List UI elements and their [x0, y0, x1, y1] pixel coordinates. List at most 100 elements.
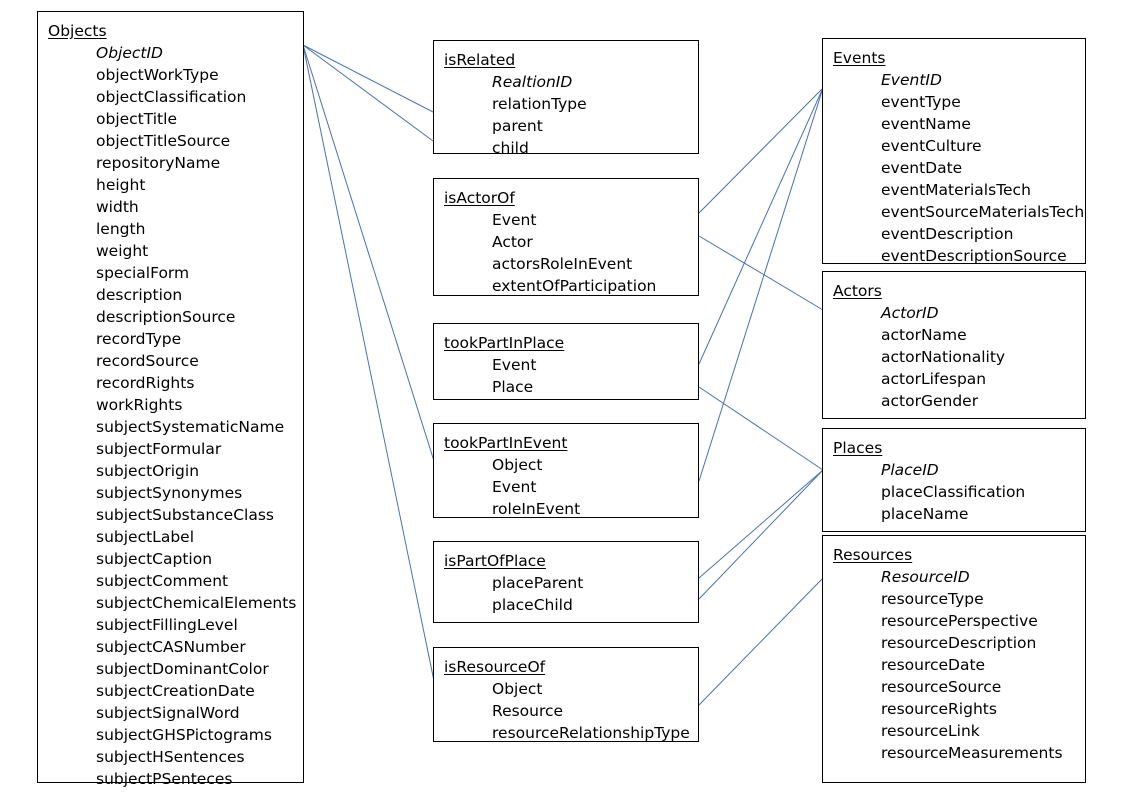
relationship-line-objects-isrelated-parent	[302, 44, 434, 113]
attribute-list-tookpartinevent: Object Event roleInEvent	[444, 454, 688, 520]
attribute-list-resources: ResourceID resourceType resourcePerspectiv…	[833, 566, 1075, 764]
attribute-item: resourceRights	[881, 700, 997, 718]
attribute-item: repositoryName	[96, 154, 221, 172]
entity-title-tookpartinplace: tookPartInPlace	[444, 334, 565, 352]
entity-title-places: Places	[833, 439, 883, 457]
entity-box-actors[interactable]: Actors ActorID actorName actorNationality ac…	[822, 271, 1086, 419]
attribute-item: recordRights	[96, 374, 195, 392]
attribute-list-objects: ObjectID objectWorkType objectClassificati…	[48, 42, 297, 790]
attribute-item: objectTitleSource	[96, 132, 231, 150]
entity-title-isactorof: isActorOf	[444, 189, 515, 207]
entity-title-objects: Objects	[48, 22, 107, 40]
attribute-item: description	[96, 286, 183, 304]
entity-box-places[interactable]: Places PlaceID placeClassification placeNam…	[822, 428, 1086, 532]
attribute-item: resourceMeasurements	[881, 744, 1063, 762]
attribute-item: subjectFillingLevel	[96, 616, 238, 634]
attribute-item: resourceDate	[881, 656, 986, 674]
entity-title-ispartofplace: isPartOfPlace	[444, 552, 546, 570]
relationship-line-objects-isrelated-child	[302, 44, 434, 142]
attribute-item: subjectCASNumber	[96, 638, 246, 656]
attribute-item: recordSource	[96, 352, 199, 370]
attribute-item: specialForm	[96, 264, 190, 282]
relationship-line-tookpartinevent-events	[698, 87, 824, 482]
attribute-item: objectTitle	[96, 110, 177, 128]
entity-title-isrelated: isRelated	[444, 51, 516, 69]
attribute-item: subjectPSenteces	[96, 770, 233, 788]
entity-box-resources[interactable]: Resources ResourceID resourceType resourceP…	[822, 535, 1086, 783]
attribute-item: eventType	[881, 93, 961, 111]
attribute-item: subjectComment	[96, 572, 229, 590]
entity-title-resources: Resources	[833, 546, 913, 564]
attribute-item: subjectChemicalElements	[96, 594, 297, 612]
attribute-item: actorLifespan	[881, 370, 987, 388]
attribute-item: subjectHSentences	[96, 748, 245, 766]
attribute-item: subjectOrigin	[96, 462, 200, 480]
attribute-item: actorName	[881, 326, 967, 344]
attribute-list-tookpartinplace: Event Place	[444, 354, 688, 398]
attribute-item: Place	[492, 378, 534, 396]
attribute-item: eventMaterialsTech	[881, 181, 1031, 199]
attribute-item: workRights	[96, 396, 183, 414]
attribute-item: placeChild	[492, 596, 573, 614]
attribute-item: roleInEvent	[492, 500, 581, 518]
relationship-line-isresourceof-resources	[698, 577, 824, 706]
entity-box-isrelated[interactable]: isRelated RealtionID relationType parent chi…	[433, 40, 699, 157]
attribute-item: actorNationality	[881, 348, 1006, 366]
entity-box-ispartofplace[interactable]: isPartOfPlace placeParent placeChild	[433, 541, 699, 623]
attribute-item: Object	[492, 456, 543, 474]
relationship-line-tookpartinplace-events	[698, 87, 824, 365]
attribute-item: placeClassification	[881, 483, 1026, 501]
attribute-item: subjectCaption	[96, 550, 213, 568]
er-diagram-canvas: Objects ObjectID objectWorkType objectClass…	[0, 0, 1123, 794]
attribute-item: subjectSubstanceClass	[96, 506, 274, 524]
entity-title-actors: Actors	[833, 282, 882, 300]
relationship-line-ispartofplace-places-parent	[698, 469, 824, 579]
entity-title-isresourceof: isResourceOf	[444, 658, 546, 676]
attribute-item: Event	[492, 478, 537, 496]
attribute-item: Event	[492, 356, 537, 374]
attribute-item: eventCulture	[881, 137, 982, 155]
attribute-item: subjectSignalWord	[96, 704, 240, 722]
attribute-item: width	[96, 198, 139, 216]
attribute-item: eventSourceMaterialsTech	[881, 203, 1085, 221]
attribute-item: resourceLink	[881, 722, 980, 740]
attribute-item: resourceDescription	[881, 634, 1037, 652]
attribute-item: eventDescription	[881, 225, 1014, 243]
relationship-line-tookpartinplace-places	[698, 386, 824, 471]
entity-box-events[interactable]: Events EventID eventType eventName eventCult…	[822, 38, 1086, 267]
attribute-list-isactorof: Event Actor actorsRoleInEvent extentOfParti…	[444, 209, 688, 297]
attribute-list-ispartofplace: placeParent placeChild	[444, 572, 688, 616]
relationship-line-objects-isresourceof	[302, 44, 435, 682]
attribute-item: actorGender	[881, 392, 979, 410]
entity-title-tookpartinevent: tookPartInEvent	[444, 434, 568, 452]
entity-box-objects[interactable]: Objects ObjectID objectWorkType objectClass…	[37, 11, 304, 788]
attribute-item: relationType	[492, 95, 587, 113]
primary-key-attribute: EventID	[881, 71, 942, 89]
attribute-item: subjectLabel	[96, 528, 194, 546]
entity-title-events: Events	[833, 49, 886, 67]
entity-box-isresourceof[interactable]: isResourceOf Object Resource resourceRelati…	[433, 647, 699, 742]
attribute-item: eventName	[881, 115, 971, 133]
relationship-line-isactorof-events	[698, 87, 824, 214]
attribute-item: Resource	[492, 702, 564, 720]
primary-key-attribute: RealtionID	[492, 73, 573, 91]
attribute-item: parent	[492, 117, 543, 135]
relationship-line-isactorof-actors	[698, 235, 824, 311]
entity-box-tookpartinevent[interactable]: tookPartInEvent Object Event roleInEvent	[433, 423, 699, 518]
attribute-item: placeName	[881, 505, 969, 523]
attribute-item: placeParent	[492, 574, 584, 592]
attribute-item: subjectSystematicName	[96, 418, 285, 436]
entity-box-tookpartinplace[interactable]: tookPartInPlace Event Place	[433, 323, 699, 400]
relationship-line-ispartofplace-places-child	[698, 469, 824, 600]
attribute-list-events: EventID eventType eventName eventCulture eve…	[833, 69, 1085, 267]
entity-box-isactorof[interactable]: isActorOf Event Actor actorsRoleInEvent exte…	[433, 178, 699, 296]
attribute-item: subjectSynonymes	[96, 484, 243, 502]
primary-key-attribute: ResourceID	[881, 568, 970, 586]
attribute-item: subjectDominantColor	[96, 660, 269, 678]
attribute-item: resourceType	[881, 590, 984, 608]
attribute-item: child	[492, 139, 529, 157]
attribute-item: resourcePerspective	[881, 612, 1038, 630]
attribute-item: objectWorkType	[96, 66, 219, 84]
attribute-item: resourceRelationshipType	[492, 724, 690, 742]
attribute-item: height	[96, 176, 146, 194]
